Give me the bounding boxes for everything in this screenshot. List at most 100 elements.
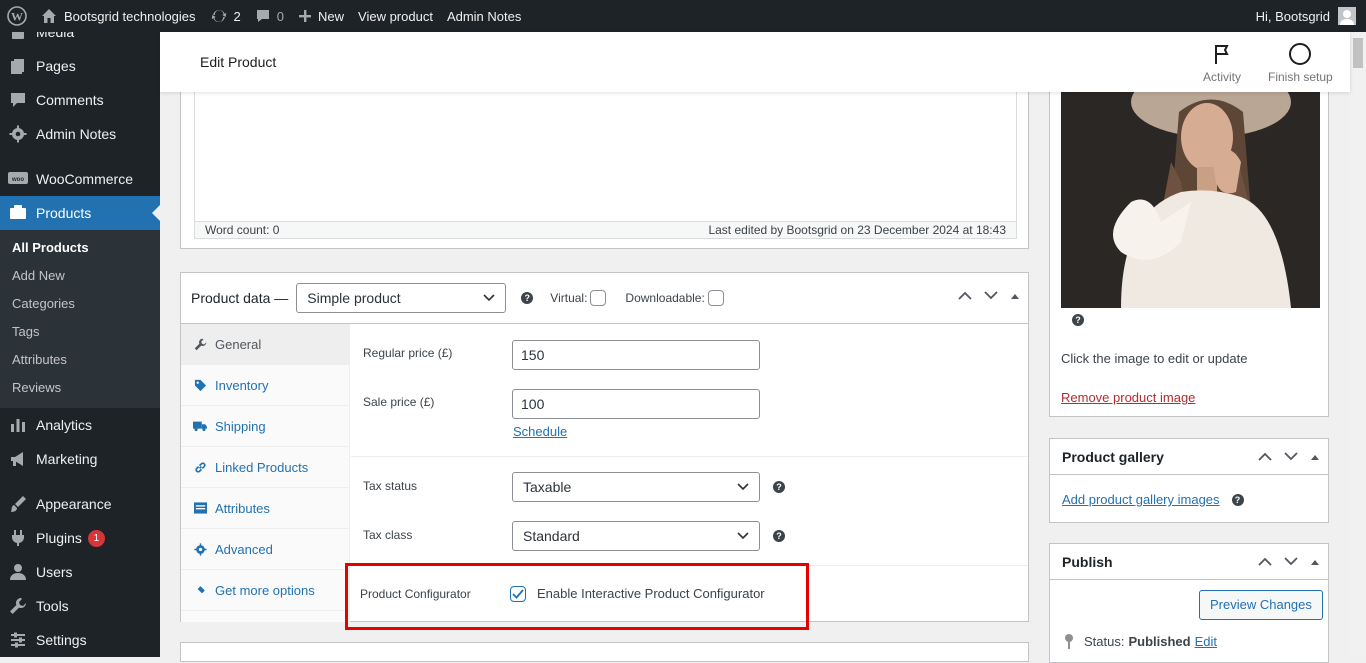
product-type-select[interactable]: Simple product <box>296 283 507 313</box>
menu-users[interactable]: Users <box>0 555 160 589</box>
tab-linked-products[interactable]: Linked Products <box>181 447 349 488</box>
chevron-down-icon <box>737 483 749 491</box>
virtual-checkbox[interactable] <box>590 290 607 306</box>
menu-appearance[interactable]: Appearance <box>0 487 160 521</box>
activity-label: Activity <box>1203 70 1242 84</box>
submenu-all-products[interactable]: All Products <box>0 234 160 262</box>
my-account[interactable]: Hi, Bootsgrid <box>1256 7 1366 25</box>
downloadable-checkbox[interactable] <box>707 290 724 306</box>
remove-product-image-link[interactable]: Remove product image <box>1061 390 1195 405</box>
menu-comments[interactable]: Comments <box>0 83 160 117</box>
sale-price-input[interactable]: 100 <box>512 389 760 419</box>
edit-status-link[interactable]: Edit <box>1195 634 1217 649</box>
tab-attributes[interactable]: Attributes <box>181 488 349 529</box>
menu-admin-notes[interactable]: Admin Notes <box>0 117 160 151</box>
tax-status-select[interactable]: Taxable <box>512 472 760 502</box>
tab-shipping-label: Shipping <box>215 418 266 434</box>
help-icon[interactable]: ? <box>521 292 534 304</box>
menu-plugins[interactable]: Plugins 1 <box>0 521 160 555</box>
updates-link[interactable]: 2 <box>203 0 248 32</box>
product-image[interactable] <box>1061 92 1320 308</box>
help-icon[interactable]: ? <box>1231 493 1244 506</box>
chevron-down-icon[interactable] <box>1284 557 1298 566</box>
admin-notes-link[interactable]: Admin Notes <box>440 0 528 32</box>
svg-text:W: W <box>11 10 23 24</box>
menu-media[interactable]: Media <box>0 32 160 49</box>
menu-tools[interactable]: Tools <box>0 589 160 623</box>
tab-general[interactable]: General <box>181 324 349 365</box>
submenu-reviews[interactable]: Reviews <box>0 374 160 402</box>
collapse-triangle-icon[interactable] <box>1310 453 1320 461</box>
chevron-up-icon[interactable] <box>1258 452 1272 461</box>
comments-icon <box>8 90 28 110</box>
menu-marketing-label: Marketing <box>36 451 98 467</box>
comments-count: 0 <box>276 8 284 24</box>
menu-woocommerce[interactable]: woo WooCommerce <box>0 162 160 196</box>
media-icon <box>8 32 28 42</box>
tab-advanced-label: Advanced <box>215 541 273 557</box>
downloadable-label: Downloadable: <box>625 291 705 305</box>
menu-admin-notes-label: Admin Notes <box>36 126 117 142</box>
activity-button[interactable]: Activity <box>1203 42 1241 84</box>
help-icon[interactable]: ? <box>773 481 785 493</box>
help-icon[interactable]: ? <box>773 530 785 542</box>
menu-analytics[interactable]: Analytics <box>0 408 160 442</box>
view-product-link[interactable]: View product <box>351 0 440 32</box>
menu-marketing[interactable]: Marketing <box>0 442 160 476</box>
tax-status-label: Tax status <box>363 479 418 493</box>
menu-settings[interactable]: Settings <box>0 623 160 657</box>
chevron-up-icon[interactable] <box>958 291 972 300</box>
scrollbar-thumb[interactable] <box>1353 38 1363 68</box>
menu-settings-label: Settings <box>36 632 87 648</box>
virtual-label: Virtual: <box>550 291 588 305</box>
chevron-down-icon[interactable] <box>984 291 998 300</box>
collapse-triangle-icon[interactable] <box>1010 292 1020 300</box>
tax-class-select[interactable]: Standard <box>512 521 760 551</box>
tab-advanced[interactable]: Advanced <box>181 529 349 570</box>
updates-icon <box>210 7 228 25</box>
schedule-link[interactable]: Schedule <box>513 424 567 439</box>
menu-users-label: Users <box>36 564 73 580</box>
paintbrush-icon <box>8 494 28 514</box>
plus-icon <box>298 9 312 23</box>
tab-inventory[interactable]: Inventory <box>181 365 349 406</box>
submenu-categories[interactable]: Categories <box>0 290 160 318</box>
new-label: New <box>318 8 345 24</box>
list-icon <box>193 501 207 515</box>
new-content-link[interactable]: New <box>291 0 351 32</box>
tax-class-value: Standard <box>523 528 580 544</box>
menu-pages[interactable]: Pages <box>0 49 160 83</box>
editor-content-area[interactable]: Word count: 0 Last edited by Bootsgrid o… <box>194 92 1017 239</box>
submenu-attributes[interactable]: Attributes <box>0 346 160 374</box>
comments-link[interactable]: 0 <box>248 0 291 32</box>
collapse-triangle-icon[interactable] <box>1310 558 1320 566</box>
tax-class-label: Tax class <box>363 528 413 542</box>
tab-shipping[interactable]: Shipping <box>181 406 349 447</box>
menu-tools-label: Tools <box>36 598 69 614</box>
page-scrollbar[interactable] <box>1350 32 1366 657</box>
woocommerce-icon: woo <box>8 169 28 189</box>
pages-icon <box>8 56 28 76</box>
help-icon[interactable]: ? <box>1072 314 1084 326</box>
editor-status-bar: Word count: 0 Last edited by Bootsgrid o… <box>195 221 1016 238</box>
submenu-tags[interactable]: Tags <box>0 318 160 346</box>
chevron-up-icon[interactable] <box>1258 557 1272 566</box>
submenu-add-new[interactable]: Add New <box>0 262 160 290</box>
site-name-link[interactable]: Bootsgrid technologies <box>34 0 203 32</box>
menu-woocommerce-label: WooCommerce <box>36 171 133 187</box>
product-gallery-header[interactable]: Product gallery <box>1050 439 1328 475</box>
tab-get-more-options[interactable]: Get more options <box>181 570 349 611</box>
preview-changes-button[interactable]: Preview Changes <box>1199 590 1323 620</box>
sale-price-label: Sale price (£) <box>363 395 435 409</box>
add-gallery-images-link[interactable]: Add product gallery images <box>1062 492 1220 507</box>
page-title: Edit Product <box>200 54 277 70</box>
bar-chart-icon <box>8 415 28 435</box>
wordpress-logo-icon[interactable]: W <box>0 0 34 32</box>
regular-price-input[interactable]: 150 <box>512 340 760 370</box>
menu-analytics-label: Analytics <box>36 417 93 433</box>
finish-setup-button[interactable]: Finish setup <box>1268 42 1333 84</box>
chevron-down-icon[interactable] <box>1284 452 1298 461</box>
menu-products[interactable]: Products <box>0 196 160 230</box>
publish-header[interactable]: Publish <box>1050 544 1328 580</box>
publish-title: Publish <box>1062 553 1113 570</box>
